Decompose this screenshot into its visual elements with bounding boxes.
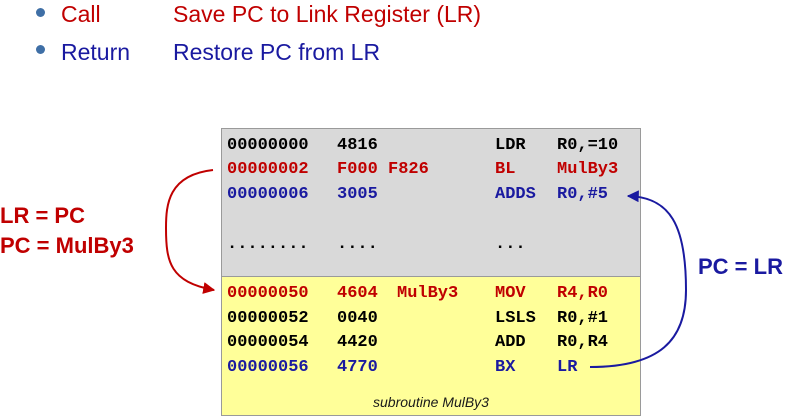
flow-arrows	[164, 169, 688, 368]
call-arrow	[164, 169, 216, 294]
return-arrow	[589, 190, 688, 368]
